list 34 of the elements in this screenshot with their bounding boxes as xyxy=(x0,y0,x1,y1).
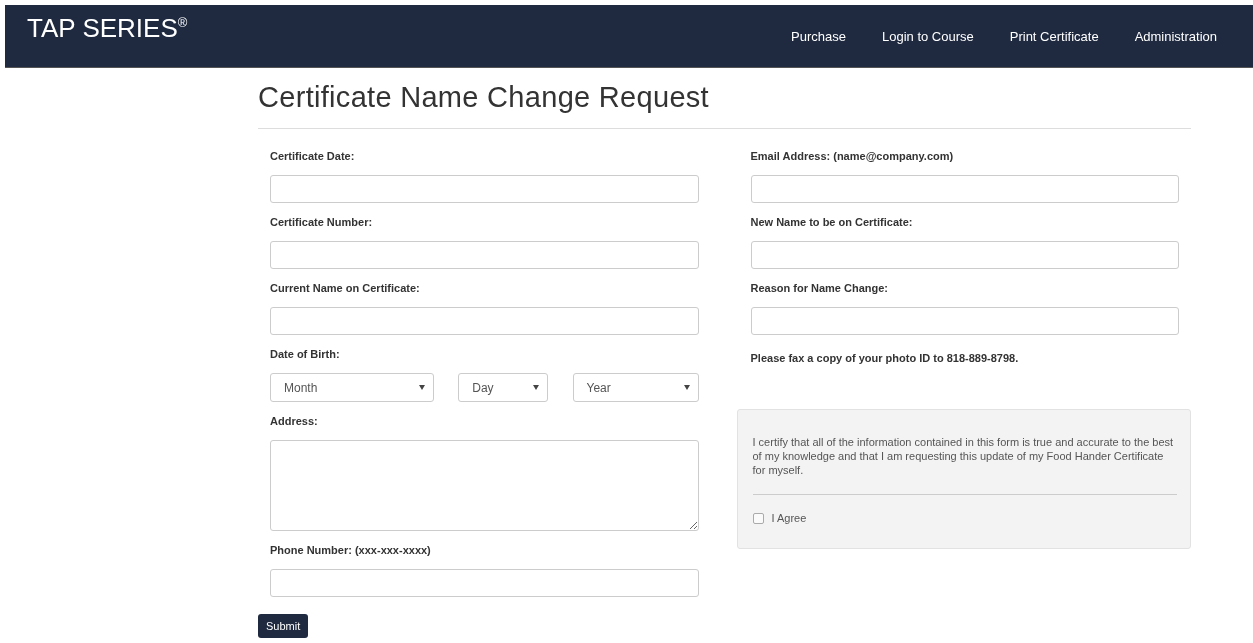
input-field[interactable] xyxy=(750,175,1179,203)
field-label: Phone Number: (xxx-xxx-xxxx) xyxy=(270,544,432,556)
field-label: Address: xyxy=(270,415,319,427)
field-label: New Name to be on Certificate: xyxy=(750,216,914,228)
field-label: Certificate Date: xyxy=(270,150,356,162)
brand-logo[interactable]: TAP SERIES$^{®}$ xyxy=(27,12,188,44)
submit-button[interactable]: Submit xyxy=(258,614,309,638)
nav-link[interactable]: Login to Course xyxy=(863,28,992,44)
caret-icon xyxy=(683,385,690,390)
select-dropdown[interactable]: Month xyxy=(270,373,434,402)
input-field[interactable] xyxy=(270,241,699,269)
address-field[interactable] xyxy=(270,440,699,531)
select-dropdown[interactable]: Day xyxy=(458,373,549,402)
select-dropdown[interactable]: Year xyxy=(572,373,699,402)
nav-link[interactable]: Administration xyxy=(1116,28,1235,44)
input-field[interactable] xyxy=(750,241,1179,269)
input-field[interactable] xyxy=(270,175,699,203)
certify-text: I certify that all of the information contained in this form is true and accurate to the best of my knowledge and that I am requesting this update of my Food Hander Certificate for myself. xyxy=(752,435,1175,477)
page-title: Certificate Name Change Request xyxy=(258,81,1191,129)
field-label: Certificate Number: xyxy=(270,216,374,228)
field-label: Reason for Name Change: xyxy=(750,282,890,294)
caret-icon xyxy=(419,385,425,390)
input-field[interactable] xyxy=(270,307,699,335)
nav-link[interactable]: Purchase xyxy=(773,28,864,44)
caret-icon xyxy=(533,385,540,390)
input-field[interactable] xyxy=(750,307,1179,335)
input-field[interactable] xyxy=(270,569,699,597)
fax-note: Please fax a copy of your photo ID to 818-889-8798. xyxy=(750,352,1020,364)
field-label: Date of Birth: xyxy=(270,348,341,360)
nav-link[interactable]: Print Certificate xyxy=(991,28,1117,44)
agree-label[interactable]: I Agree xyxy=(771,512,807,524)
field-label: Email Address: (name@company.com) xyxy=(750,150,955,162)
agree-checkbox[interactable] xyxy=(752,512,764,524)
field-label: Current Name on Certificate: xyxy=(270,282,421,294)
